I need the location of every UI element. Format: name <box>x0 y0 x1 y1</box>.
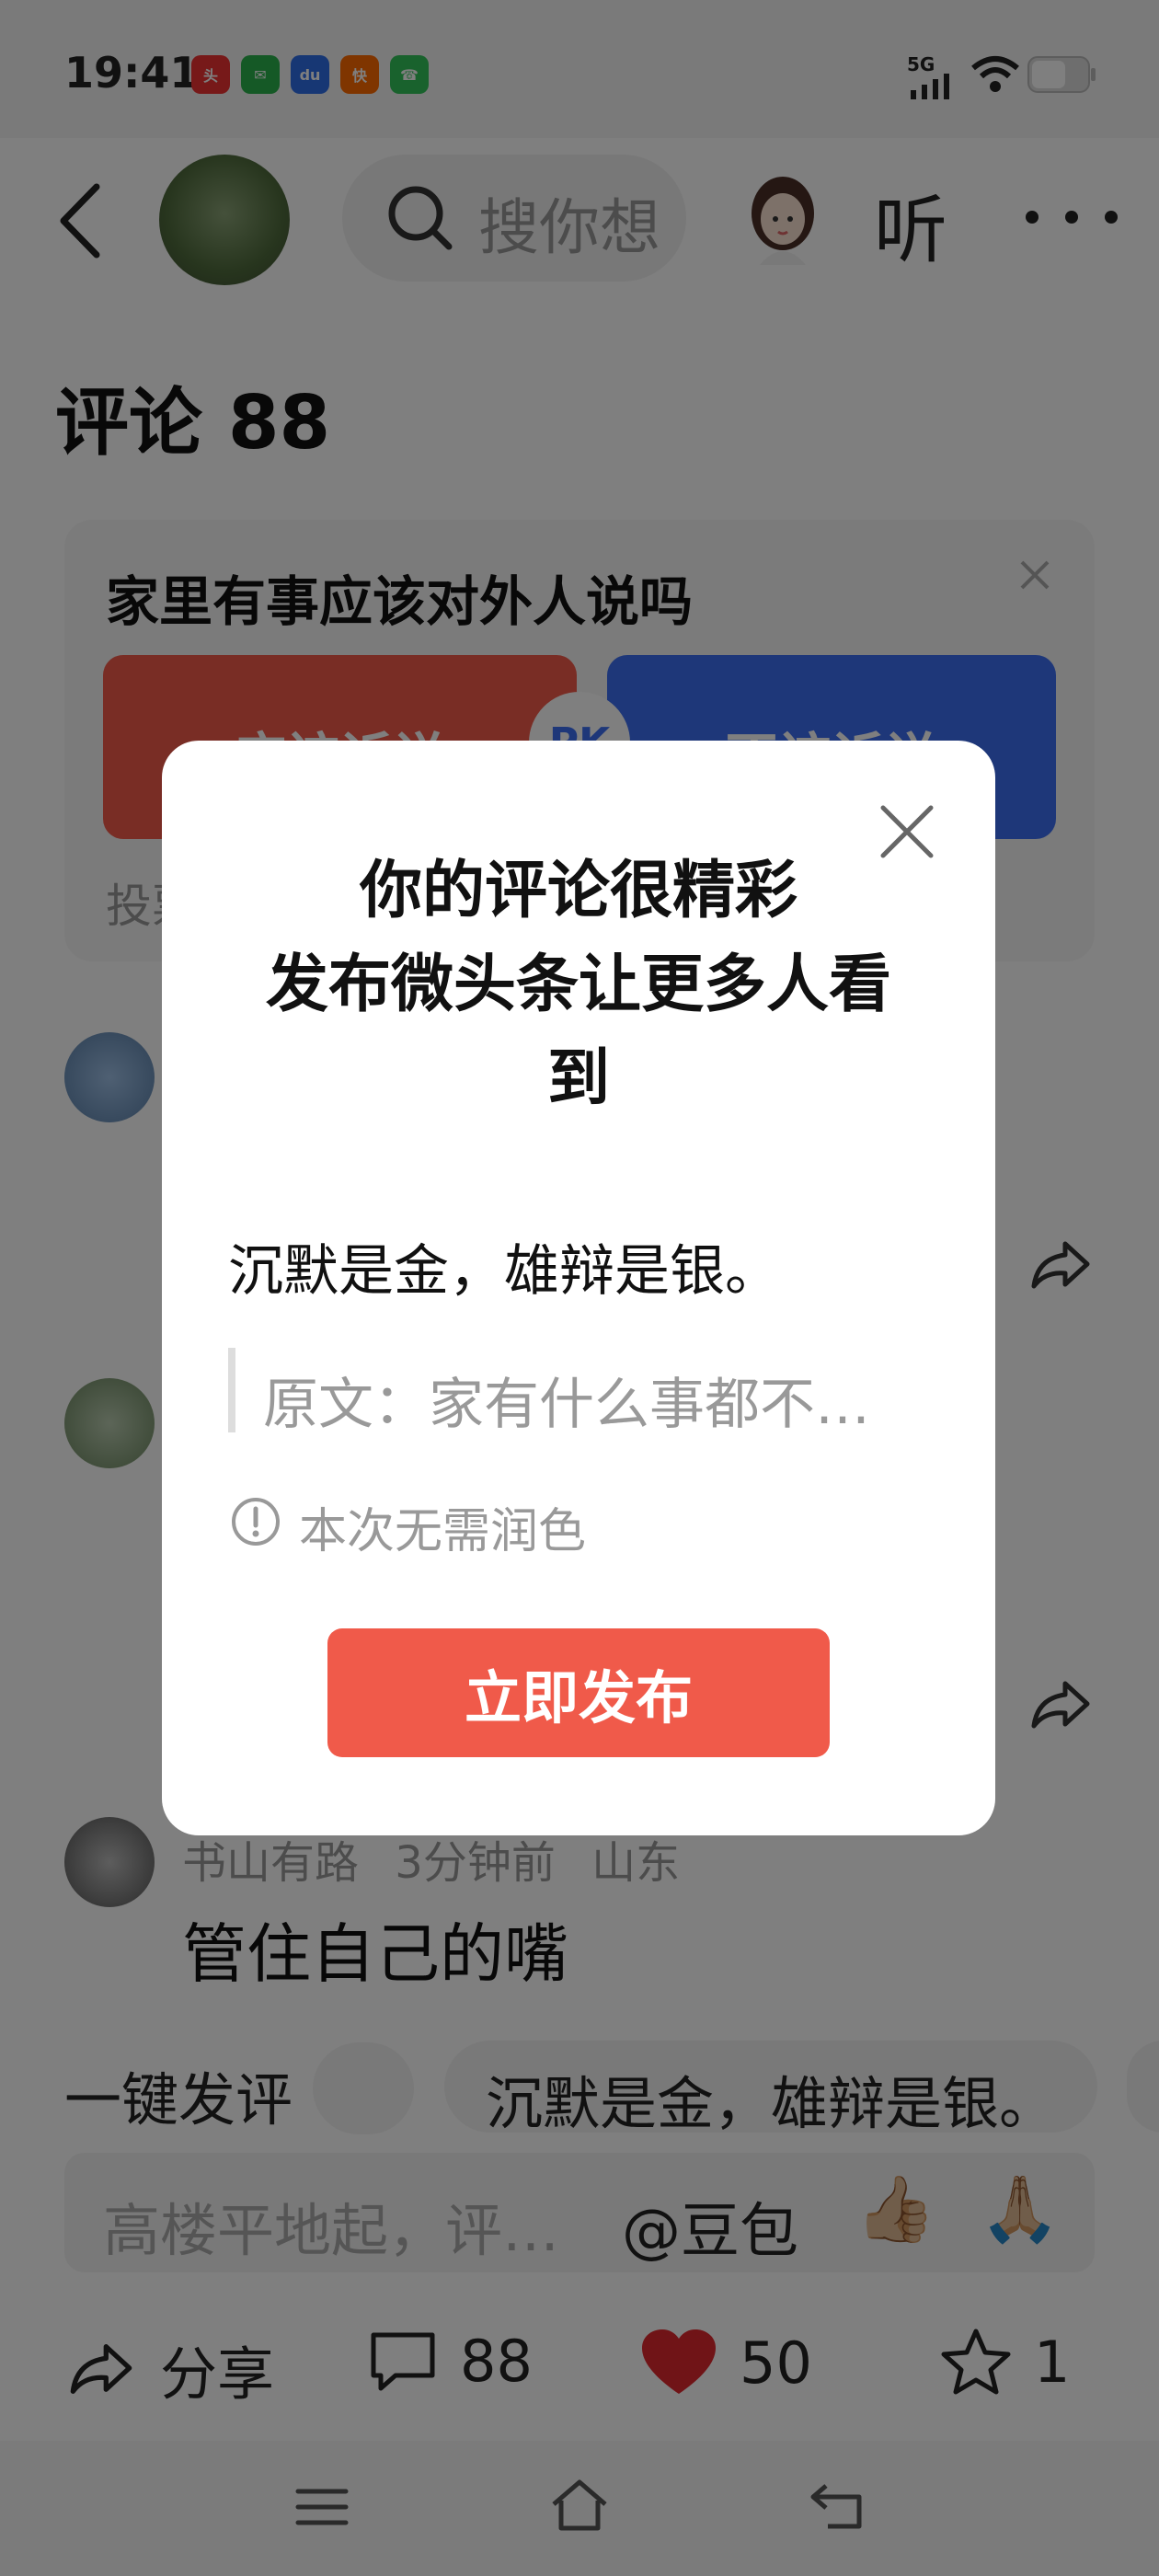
publish-button[interactable]: 立即发布 <box>327 1628 830 1757</box>
dialog-note: 本次无需润色 <box>299 1504 587 1559</box>
dialog-comment-text: 沉默是金，雄辩是银。 <box>228 1239 780 1304</box>
info-icon <box>232 1498 280 1546</box>
dialog-title: 你的评论很精彩 发布微头条让更多人看到 <box>162 845 995 1126</box>
quote-bar <box>228 1348 235 1432</box>
dialog-title-line1: 你的评论很精彩 <box>359 855 798 927</box>
dialog-original-text: 原文：家有什么事都不… <box>263 1373 870 1437</box>
dialog-title-line2: 发布微头条让更多人看到 <box>265 949 891 1115</box>
